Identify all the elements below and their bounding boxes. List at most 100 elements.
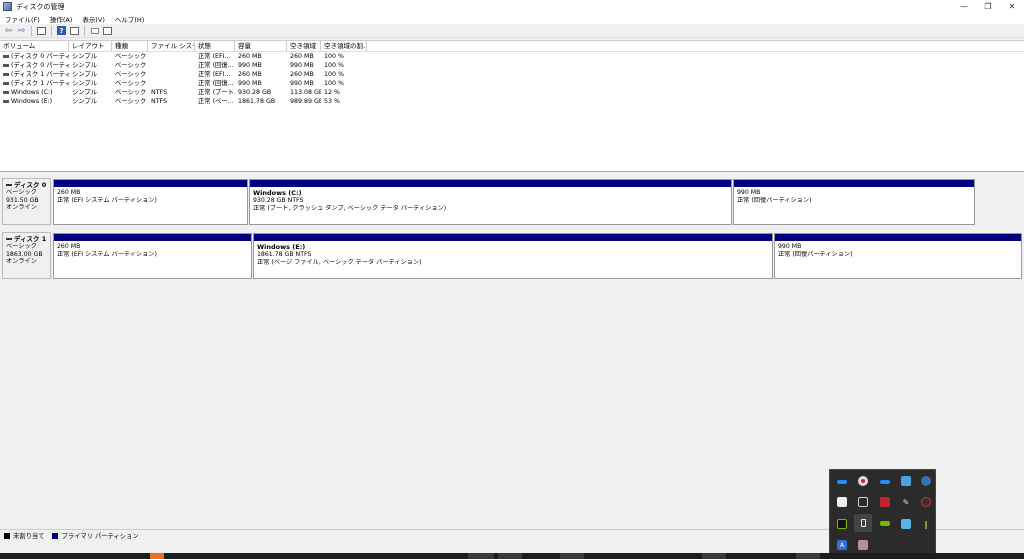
taskbar-app-icon[interactable] [498,553,522,559]
window-icon[interactable] [858,497,868,507]
volume-cell: ベーシック [115,71,147,78]
partition-size: 990 MB [778,243,802,250]
partition-size: 990 MB [737,189,761,196]
ime-icon[interactable]: A [837,540,847,550]
partition-windows-c[interactable]: Windows (C:) 930.28 GB NTFS 正常 (ブート, クラッ… [249,179,732,225]
volume-row[interactable]: Windows (E:) シンプル ベーシック NTFS 正常 (ペー... 1861.7… [0,97,1024,106]
volume-cell: Windows (C:) [0,88,69,97]
volume-cell: 100 % [324,53,345,60]
volume-cell: 正常 (ブート... [198,89,235,96]
volume-cell: 正常 (回復... [198,80,234,87]
disk-1-label[interactable]: ディスク 1 ベーシック 1863.00 GB オンライン [2,232,51,279]
column-layout[interactable]: レイアウト [69,41,112,51]
nvidia-icon[interactable] [837,519,847,529]
volume-cell: 260 MB [238,71,262,78]
onedrive-icon-2[interactable] [880,480,890,484]
taskbar-app-icon[interactable] [702,553,726,559]
partition-size: 1861.78 GB NTFS [257,251,312,258]
view-icon[interactable] [102,25,113,36]
minimize-button[interactable]: — [952,0,976,13]
forward-arrow-icon[interactable]: ⇨ [16,25,27,36]
taskbar-app-icon[interactable] [796,553,820,559]
taskbar-app-icon[interactable] [468,553,494,559]
close-button[interactable]: ✕ [1000,0,1024,13]
volume-row[interactable]: Windows (C:) シンプル ベーシック NTFS 正常 (ブート...930.2… [0,88,1024,97]
partition-size: 260 MB [57,243,81,250]
disk-row-1: ディスク 1 ベーシック 1863.00 GB オンライン 260 MB 正常 … [0,228,1024,280]
volume-cell: 260 MB [290,71,314,78]
volume-icon [3,90,9,94]
volume-icon [3,81,9,85]
partition-efi[interactable]: 260 MB 正常 (EFI システム パーティション) [53,233,252,279]
window-title: ディスクの管理 [16,2,65,11]
disk-name: ディスク 1 [14,235,47,243]
disk-type: ベーシック [6,189,37,196]
volume-name: (ディスク 0 パーティシ... [11,62,69,69]
column-volume[interactable]: ボリューム [0,41,69,51]
volume-cell: シンプル [72,53,97,60]
volume-cell: Windows (E:) [0,97,69,106]
usb-icon[interactable] [854,514,872,532]
disk-0-label[interactable]: ディスク 0 ベーシック 931.50 GB オンライン [2,178,51,225]
partition-status: 正常 (ページ ファイル, ベーシック データ パーティション) [257,259,422,266]
nvidia-display-icon[interactable] [880,521,890,526]
volume-cell: シンプル [72,71,97,78]
volume-cell: 100 % [324,71,345,78]
disk-management-icon [3,2,12,11]
app-icon[interactable] [858,540,868,550]
volume-cell: シンプル [72,89,97,96]
media-icon[interactable] [921,497,931,507]
column-status[interactable]: 状態 [195,41,235,51]
legend-primary: プライマリ パーティション [61,533,139,540]
volume-row[interactable]: (ディスク 0 パーティシ...シンプル ベーシック 正常 (回復... 990 MB… [0,61,1024,70]
partition-name: Windows (C:) [253,189,302,197]
volume-row[interactable]: (ディスク 0 パーティシ...シンプル ベーシック 正常 (EFI... 260 M… [0,52,1024,61]
help-icon[interactable]: ? [56,25,67,36]
volume-cell: 正常 (EFI... [198,53,231,60]
partition-status: 正常 (EFI システム パーティション) [57,197,157,204]
menu-view[interactable]: 表示(V) [77,14,110,24]
volume-cell: 12 % [324,89,340,96]
taskbar-app-icon[interactable] [560,553,584,559]
back-arrow-icon[interactable]: ⇦ [3,25,14,36]
column-capacity[interactable]: 容量 [235,41,287,51]
disk-icon [6,184,12,186]
volume-cell: シンプル [72,62,97,69]
toolbar-separator [51,25,52,36]
game-icon[interactable] [880,497,890,507]
chat-icon[interactable] [837,497,847,507]
volume-name: Windows (E:) [11,98,53,105]
menu-bar: ファイル(F) 操作(A) 表示(V) ヘルプ(H) [0,13,1024,24]
menu-file[interactable]: ファイル(F) [0,14,45,24]
tray-app-icon[interactable] [901,519,911,529]
disk-name: ディスク 0 [14,181,47,189]
audio-icon[interactable]: ‖ [921,519,931,529]
taskbar-app-icon[interactable] [150,553,164,559]
column-free-percent[interactable]: 空き領域の割... [321,41,367,51]
tool-icon[interactable]: ✎ [901,497,911,507]
network-drive-icon[interactable] [901,476,911,486]
properties-icon[interactable] [69,25,80,36]
partition-efi[interactable]: 260 MB 正常 (EFI システム パーティション) [53,179,248,225]
column-free-space[interactable]: 空き領域 [287,41,321,51]
column-type[interactable]: 種類 [112,41,148,51]
onedrive-icon[interactable] [837,480,847,484]
connect-icon[interactable] [89,25,100,36]
volume-row[interactable]: (ディスク 1 パーティシ...シンプル ベーシック 正常 (EFI... 260 M… [0,70,1024,79]
volume-row[interactable]: (ディスク 1 パーティシ...シンプル ベーシック 正常 (回復... 990 MB… [0,79,1024,88]
toolbar-separator [31,25,32,36]
console-tree-icon[interactable] [36,25,47,36]
partition-recovery[interactable]: 990 MB 正常 (回復パーティション) [774,233,1022,279]
menu-action[interactable]: 操作(A) [45,14,78,24]
disk-status: オンライン [6,258,37,265]
partition-recovery[interactable]: 990 MB 正常 (回復パーティション) [733,179,975,225]
menu-help[interactable]: ヘルプ(H) [110,14,149,24]
column-filesystem[interactable]: ファイル システム [148,41,195,51]
maximize-button[interactable]: ❐ [976,0,1000,13]
title-bar: ディスクの管理 — ❐ ✕ [0,0,1024,13]
steam-icon[interactable] [921,476,931,486]
record-icon[interactable] [858,476,868,486]
partition-windows-e[interactable]: Windows (E:) 1861.78 GB NTFS 正常 (ページ ファイ… [253,233,773,279]
volume-cell: 930.28 GB [238,89,272,96]
volume-cell: 100 % [324,80,345,87]
